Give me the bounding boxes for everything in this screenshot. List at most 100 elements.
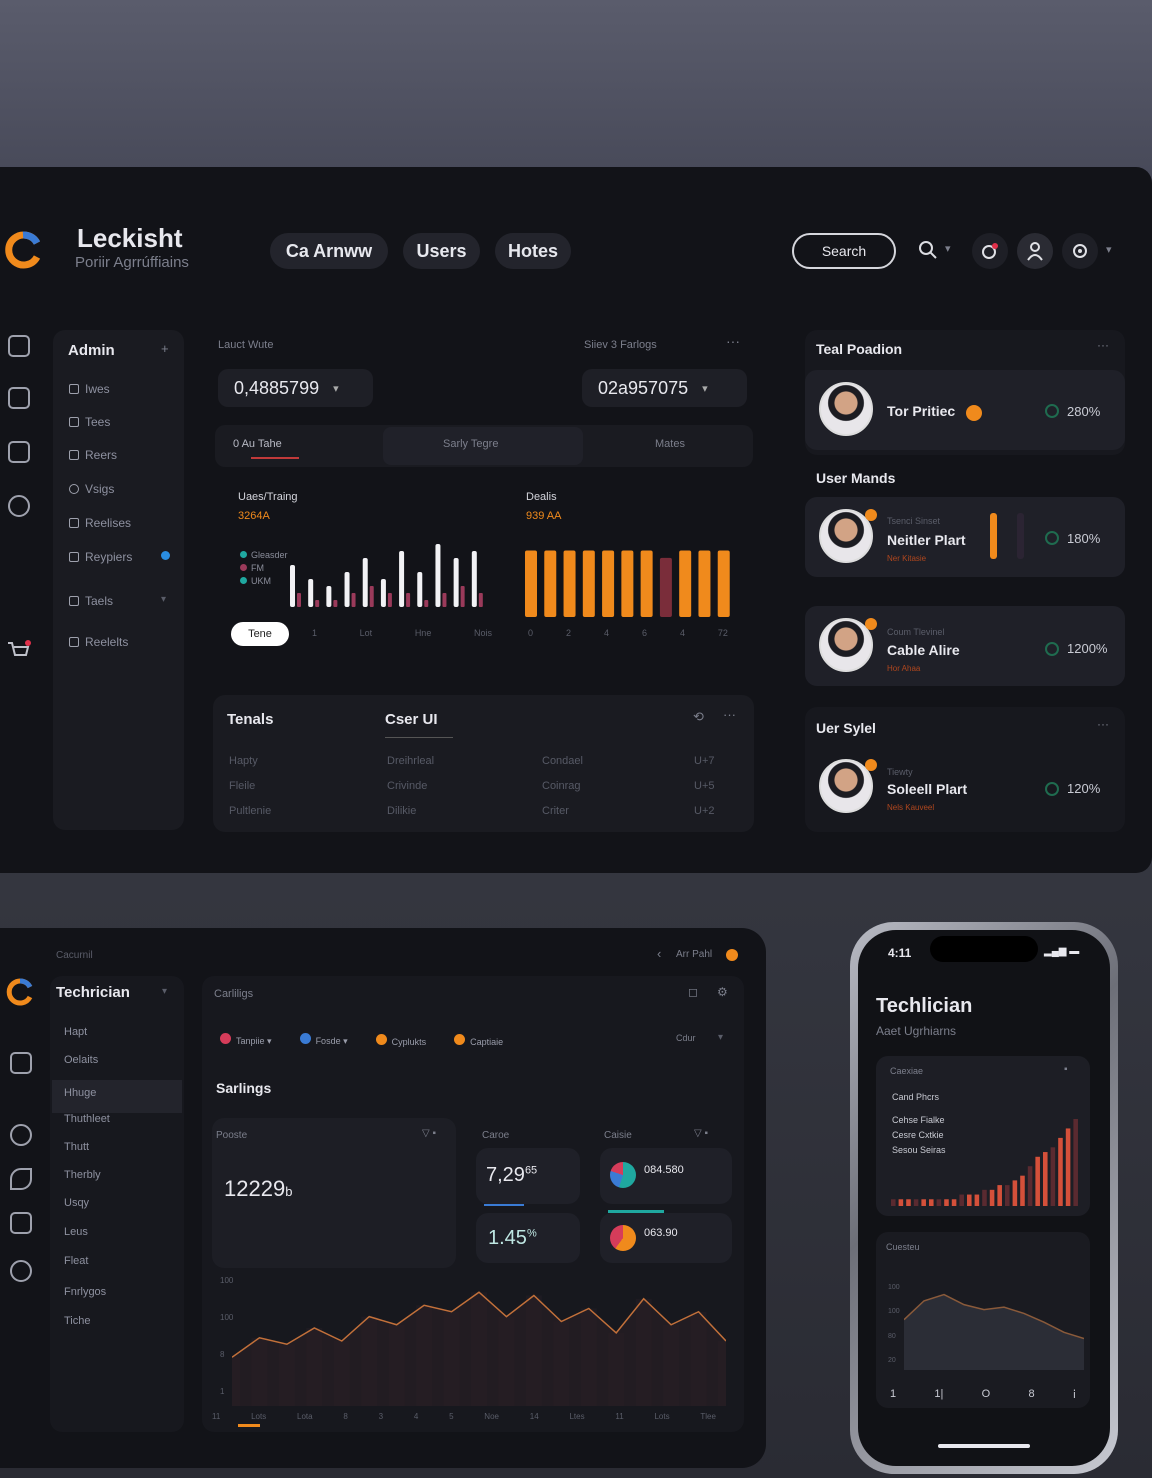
select-right[interactable]: 02a957075 ▾ (582, 369, 747, 407)
dock-item[interactable]: 1 (890, 1388, 896, 1401)
filter-icon[interactable]: ▽ ▪ (694, 1128, 708, 1139)
user-icon[interactable] (1017, 233, 1053, 269)
sidebar-item-reelises[interactable]: Reelises (69, 516, 131, 530)
bar (1058, 1137, 1063, 1206)
network-icon[interactable] (10, 1212, 32, 1234)
dock-item[interactable]: O (982, 1388, 991, 1401)
sidebar-item-iwes[interactable]: Iwes (69, 382, 110, 396)
search-icon[interactable] (918, 240, 938, 260)
more-icon[interactable]: ··· (723, 707, 736, 722)
bar (959, 1194, 964, 1206)
monitor-icon[interactable] (8, 441, 30, 463)
menu-item[interactable]: Therbly (64, 1169, 182, 1197)
person-row[interactable]: Coum Tlevinel Cable Alire Hor Ahaa 1200% (805, 606, 1125, 686)
tab-sarly-tegre[interactable]: Sarly Tegre (443, 438, 498, 450)
users-icon[interactable] (8, 495, 30, 517)
monitor-icon[interactable] (10, 1052, 32, 1074)
search-button[interactable]: Search (792, 233, 896, 269)
sidebar-item-reypiers[interactable]: Reypiers (69, 550, 132, 564)
chevron-down-icon[interactable]: ▾ (945, 242, 951, 255)
phone-notch (930, 936, 1038, 962)
chevron-down-icon[interactable]: ▾ (161, 594, 166, 605)
person-row[interactable]: Tor Pritiec 280% (805, 370, 1125, 450)
bar (435, 544, 441, 607)
menu-item[interactable]: Oelaits (64, 1054, 182, 1080)
person-name: Soleell Plart (887, 781, 968, 797)
bar (290, 565, 295, 607)
dock-item[interactable]: 8 (1029, 1388, 1035, 1401)
home-indicator (938, 1444, 1030, 1448)
menu-item[interactable]: Leus (64, 1226, 182, 1255)
more-icon[interactable]: ··· (1097, 338, 1109, 352)
cart-icon[interactable] (6, 639, 32, 663)
bar (898, 1199, 904, 1206)
files-icon[interactable] (8, 387, 30, 409)
tab-users[interactable]: Users (403, 233, 480, 269)
users-icon[interactable] (10, 1124, 32, 1146)
legend-item: Gleasder (251, 550, 288, 560)
gear-icon[interactable]: ⚙ (717, 985, 728, 999)
sidebar-item-reelelts[interactable]: Reelelts (69, 635, 128, 649)
dock-item[interactable]: 1| (934, 1388, 943, 1401)
bar (717, 550, 730, 617)
more-icon[interactable]: ··· (726, 333, 740, 349)
table-row[interactable]: Pultlenie Dilikie Criter U+2 (229, 805, 729, 830)
menu-item[interactable]: Thutt (64, 1141, 182, 1169)
section-title: User Mands (816, 470, 896, 486)
tab-hotes[interactable]: Hotes (495, 233, 571, 269)
bell-icon[interactable] (972, 233, 1008, 269)
menu-item[interactable]: Thuthleet (64, 1113, 182, 1141)
bar (1020, 1175, 1025, 1206)
axis-tick: 5 (449, 1412, 454, 1421)
chip[interactable]: Fosde ▾ (299, 1033, 348, 1047)
menu-item[interactable]: Fnrlygos (64, 1286, 182, 1315)
tab-mates[interactable]: Mates (655, 438, 685, 450)
bar (679, 550, 692, 617)
document-icon[interactable] (8, 335, 30, 357)
chip[interactable]: Cyplukts (375, 1033, 426, 1047)
menu-item[interactable]: Tiche (64, 1315, 182, 1343)
chip-right[interactable]: Cdur (676, 1033, 696, 1043)
chart-right-ticks: 0 2 4 6 4 72 (528, 628, 728, 638)
dock-item[interactable]: ⅰ (1073, 1388, 1076, 1401)
person-row[interactable]: Tsenci Sinset Neitler Plart Ner Kitasie … (805, 497, 1125, 577)
refresh-icon[interactable]: ⟲ (693, 709, 704, 725)
area-fill (904, 1294, 1084, 1370)
tab-overview[interactable]: Ca Arnww (270, 233, 388, 269)
select-left[interactable]: 0,4885799 ▾ (218, 369, 373, 407)
stat-value: 084.580 (644, 1164, 684, 1176)
chart-left-button[interactable]: Tene (231, 622, 289, 646)
menu-item[interactable]: Fleat (64, 1255, 182, 1286)
sidebar-item-taels[interactable]: Taels (69, 594, 113, 608)
chevron-down-icon[interactable]: ▾ (718, 1032, 723, 1043)
person-name: Cable Alire (887, 642, 960, 658)
menu-item[interactable]: Hapt (64, 1026, 182, 1054)
chevron-down-icon[interactable]: ▾ (162, 986, 167, 997)
menu-item[interactable]: Usqy (64, 1197, 182, 1226)
doc-icon (69, 450, 79, 460)
table-row[interactable]: Hapty Dreihrleal Condael U+7 (229, 755, 729, 780)
bell-icon[interactable]: ◻ (688, 985, 698, 999)
bar (308, 579, 314, 607)
menu-item-active[interactable]: Hhuge (52, 1080, 182, 1113)
status-badge (966, 405, 982, 421)
filter-icon[interactable]: ▽ ▪ (422, 1128, 436, 1139)
chevron-down-icon[interactable]: ▾ (1106, 243, 1112, 256)
plus-icon[interactable]: + (161, 341, 169, 356)
table-row[interactable]: Fleile Crivinde Coinrag U+5 (229, 780, 729, 805)
tab-au-tahe[interactable]: 0 Au Tahe (233, 438, 282, 450)
progress-ring-icon (1045, 404, 1059, 418)
sidebar-item-vsigs[interactable]: Vsigs (69, 482, 114, 496)
sidebar-item-tees[interactable]: Tees (69, 415, 110, 429)
more-icon[interactable]: ··· (1097, 717, 1109, 731)
chip[interactable]: Captiaie (454, 1033, 503, 1047)
lock-icon[interactable]: ▪ (1064, 1064, 1068, 1075)
back-icon[interactable]: ‹ (657, 946, 661, 961)
bar (891, 1199, 896, 1206)
globe-icon[interactable] (10, 1260, 32, 1282)
settings-icon[interactable] (1062, 233, 1098, 269)
chip[interactable]: Tanpiie ▾ (220, 1033, 272, 1047)
select-left-value: 0,4885799 (234, 377, 320, 398)
sidebar-item-reers[interactable]: Reers (69, 448, 117, 462)
sparkle-icon[interactable] (10, 1168, 32, 1190)
